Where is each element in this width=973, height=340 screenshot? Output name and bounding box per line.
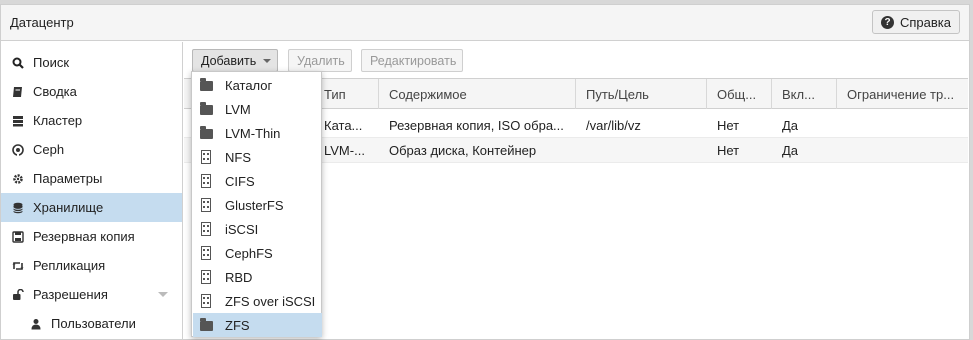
gear-icon xyxy=(12,173,24,185)
column-header-bandwidth-limit[interactable]: Ограничение тр... xyxy=(837,79,968,109)
menu-item-zfs-over-iscsi[interactable]: ZFS over iSCSI xyxy=(193,289,322,313)
retweet-icon xyxy=(12,260,24,272)
edit-button[interactable]: Редактировать xyxy=(361,49,463,72)
column-header-enabled[interactable]: Вкл... xyxy=(772,79,837,109)
unlock-icon xyxy=(12,288,24,301)
sidebar-item-label: Кластер xyxy=(33,113,83,128)
menu-item-directory[interactable]: Каталог xyxy=(193,73,322,97)
question-icon: ? xyxy=(881,15,894,29)
sidebar-item-label: Пользователи xyxy=(51,316,136,331)
column-header-content[interactable]: Содержимое xyxy=(379,79,576,109)
chevron-down-icon xyxy=(263,58,272,63)
add-button-label: Добавить xyxy=(201,53,257,68)
sidebar: Поиск Сводка Кластер Ceph Параметры Хран… xyxy=(1,42,183,340)
add-button[interactable]: Добавить xyxy=(192,49,278,72)
table-cell: Нет xyxy=(717,142,740,158)
sidebar-item-label: Поиск xyxy=(33,55,70,70)
menu-item-label: CephFS xyxy=(225,245,273,261)
table-cell xyxy=(576,138,707,162)
menu-item-cifs[interactable]: CIFS xyxy=(193,169,322,193)
column-header-path[interactable]: Путь/Цель xyxy=(576,79,707,109)
building-icon xyxy=(201,270,211,284)
menu-item-label: GlusterFS xyxy=(225,197,284,213)
building-icon xyxy=(201,246,211,260)
datacenter-panel: Датацентр ? Справка Поиск Сводка Кластер xyxy=(0,4,970,340)
menu-item-label: RBD xyxy=(225,269,253,285)
sidebar-item-label: Параметры xyxy=(33,171,103,186)
sidebar-item-options[interactable]: Параметры xyxy=(1,164,182,193)
menu-item-label: CIFS xyxy=(225,173,255,189)
menu-item-label: LVM-Thin xyxy=(225,125,281,141)
edit-button-label: Редактировать xyxy=(370,53,457,68)
table-cell: LVM-... xyxy=(324,142,365,158)
sidebar-item-label: Ceph xyxy=(33,142,65,157)
help-button[interactable]: ? Справка xyxy=(872,10,960,34)
add-storage-menu: Каталог LVM LVM-Thin NFS CIFS GlusterFS … xyxy=(191,71,322,337)
menu-item-cephfs[interactable]: CephFS xyxy=(193,241,322,265)
folder-icon xyxy=(200,102,213,115)
menu-item-rbd[interactable]: RBD xyxy=(193,265,322,289)
search-icon xyxy=(12,57,24,69)
sidebar-item-label: Резервная копия xyxy=(33,229,135,244)
sidebar-item-users[interactable]: Пользователи xyxy=(1,309,182,338)
sidebar-item-label: Репликация xyxy=(33,258,106,273)
table-cell: Да xyxy=(782,117,799,133)
menu-item-glusterfs[interactable]: GlusterFS xyxy=(193,193,322,217)
menu-item-label: LVM xyxy=(225,101,251,117)
table-cell: Резервная копия, ISO обра... xyxy=(389,117,564,133)
chevron-down-icon[interactable] xyxy=(158,292,168,297)
building-icon xyxy=(201,294,211,308)
folder-icon xyxy=(200,318,213,331)
menu-item-lvm[interactable]: LVM xyxy=(193,97,322,121)
sidebar-item-ceph[interactable]: Ceph xyxy=(1,135,182,164)
menu-item-label: iSCSI xyxy=(225,221,259,237)
menu-item-iscsi[interactable]: iSCSI xyxy=(193,217,322,241)
floppy-icon xyxy=(12,230,24,243)
table-cell: Образ диска, Контейнер xyxy=(389,142,537,158)
building-icon xyxy=(201,174,211,188)
menu-item-label: Каталог xyxy=(225,77,273,93)
ceph-icon xyxy=(12,143,24,156)
table-cell: Нет xyxy=(717,117,740,133)
server-icon xyxy=(12,115,24,127)
building-icon xyxy=(201,222,211,236)
menu-item-lvm-thin[interactable]: LVM-Thin xyxy=(193,121,322,145)
sidebar-item-label: Сводка xyxy=(33,84,77,99)
menu-item-label: NFS xyxy=(225,149,251,165)
menu-item-zfs[interactable]: ZFS xyxy=(193,313,322,337)
sidebar-item-label: Хранилище xyxy=(33,200,104,215)
sidebar-item-permissions[interactable]: Разрешения xyxy=(1,280,182,309)
column-header-shared[interactable]: Общ... xyxy=(707,79,772,109)
remove-button-label: Удалить xyxy=(297,53,345,68)
table-cell: /var/lib/vz xyxy=(586,117,641,133)
book-icon xyxy=(12,86,24,98)
table-cell: Ката... xyxy=(324,117,363,133)
sidebar-item-storage[interactable]: Хранилище xyxy=(1,193,182,222)
sidebar-item-replication[interactable]: Репликация xyxy=(1,251,182,280)
remove-button[interactable]: Удалить xyxy=(288,49,352,72)
panel-header: Датацентр ? Справка xyxy=(1,5,969,41)
building-icon xyxy=(201,198,211,212)
folder-icon xyxy=(200,126,213,139)
column-header-type[interactable]: Тип xyxy=(314,79,379,109)
table-cell: Да xyxy=(782,142,799,158)
database-icon xyxy=(12,202,24,214)
building-icon xyxy=(201,150,211,164)
sidebar-item-cluster[interactable]: Кластер xyxy=(1,106,182,135)
sidebar-item-backup[interactable]: Резервная копия xyxy=(1,222,182,251)
user-icon xyxy=(30,318,42,330)
menu-item-label: ZFS xyxy=(225,317,250,333)
table-cell xyxy=(837,138,968,162)
help-button-label: Справка xyxy=(900,14,951,30)
sidebar-item-search[interactable]: Поиск xyxy=(1,48,182,77)
page-title: Датацентр xyxy=(10,15,74,30)
menu-item-nfs[interactable]: NFS xyxy=(193,145,322,169)
sidebar-item-label: Разрешения xyxy=(33,287,108,302)
menu-item-label: ZFS over iSCSI xyxy=(225,293,316,309)
table-cell xyxy=(837,113,968,137)
folder-icon xyxy=(200,78,213,91)
sidebar-item-summary[interactable]: Сводка xyxy=(1,77,182,106)
